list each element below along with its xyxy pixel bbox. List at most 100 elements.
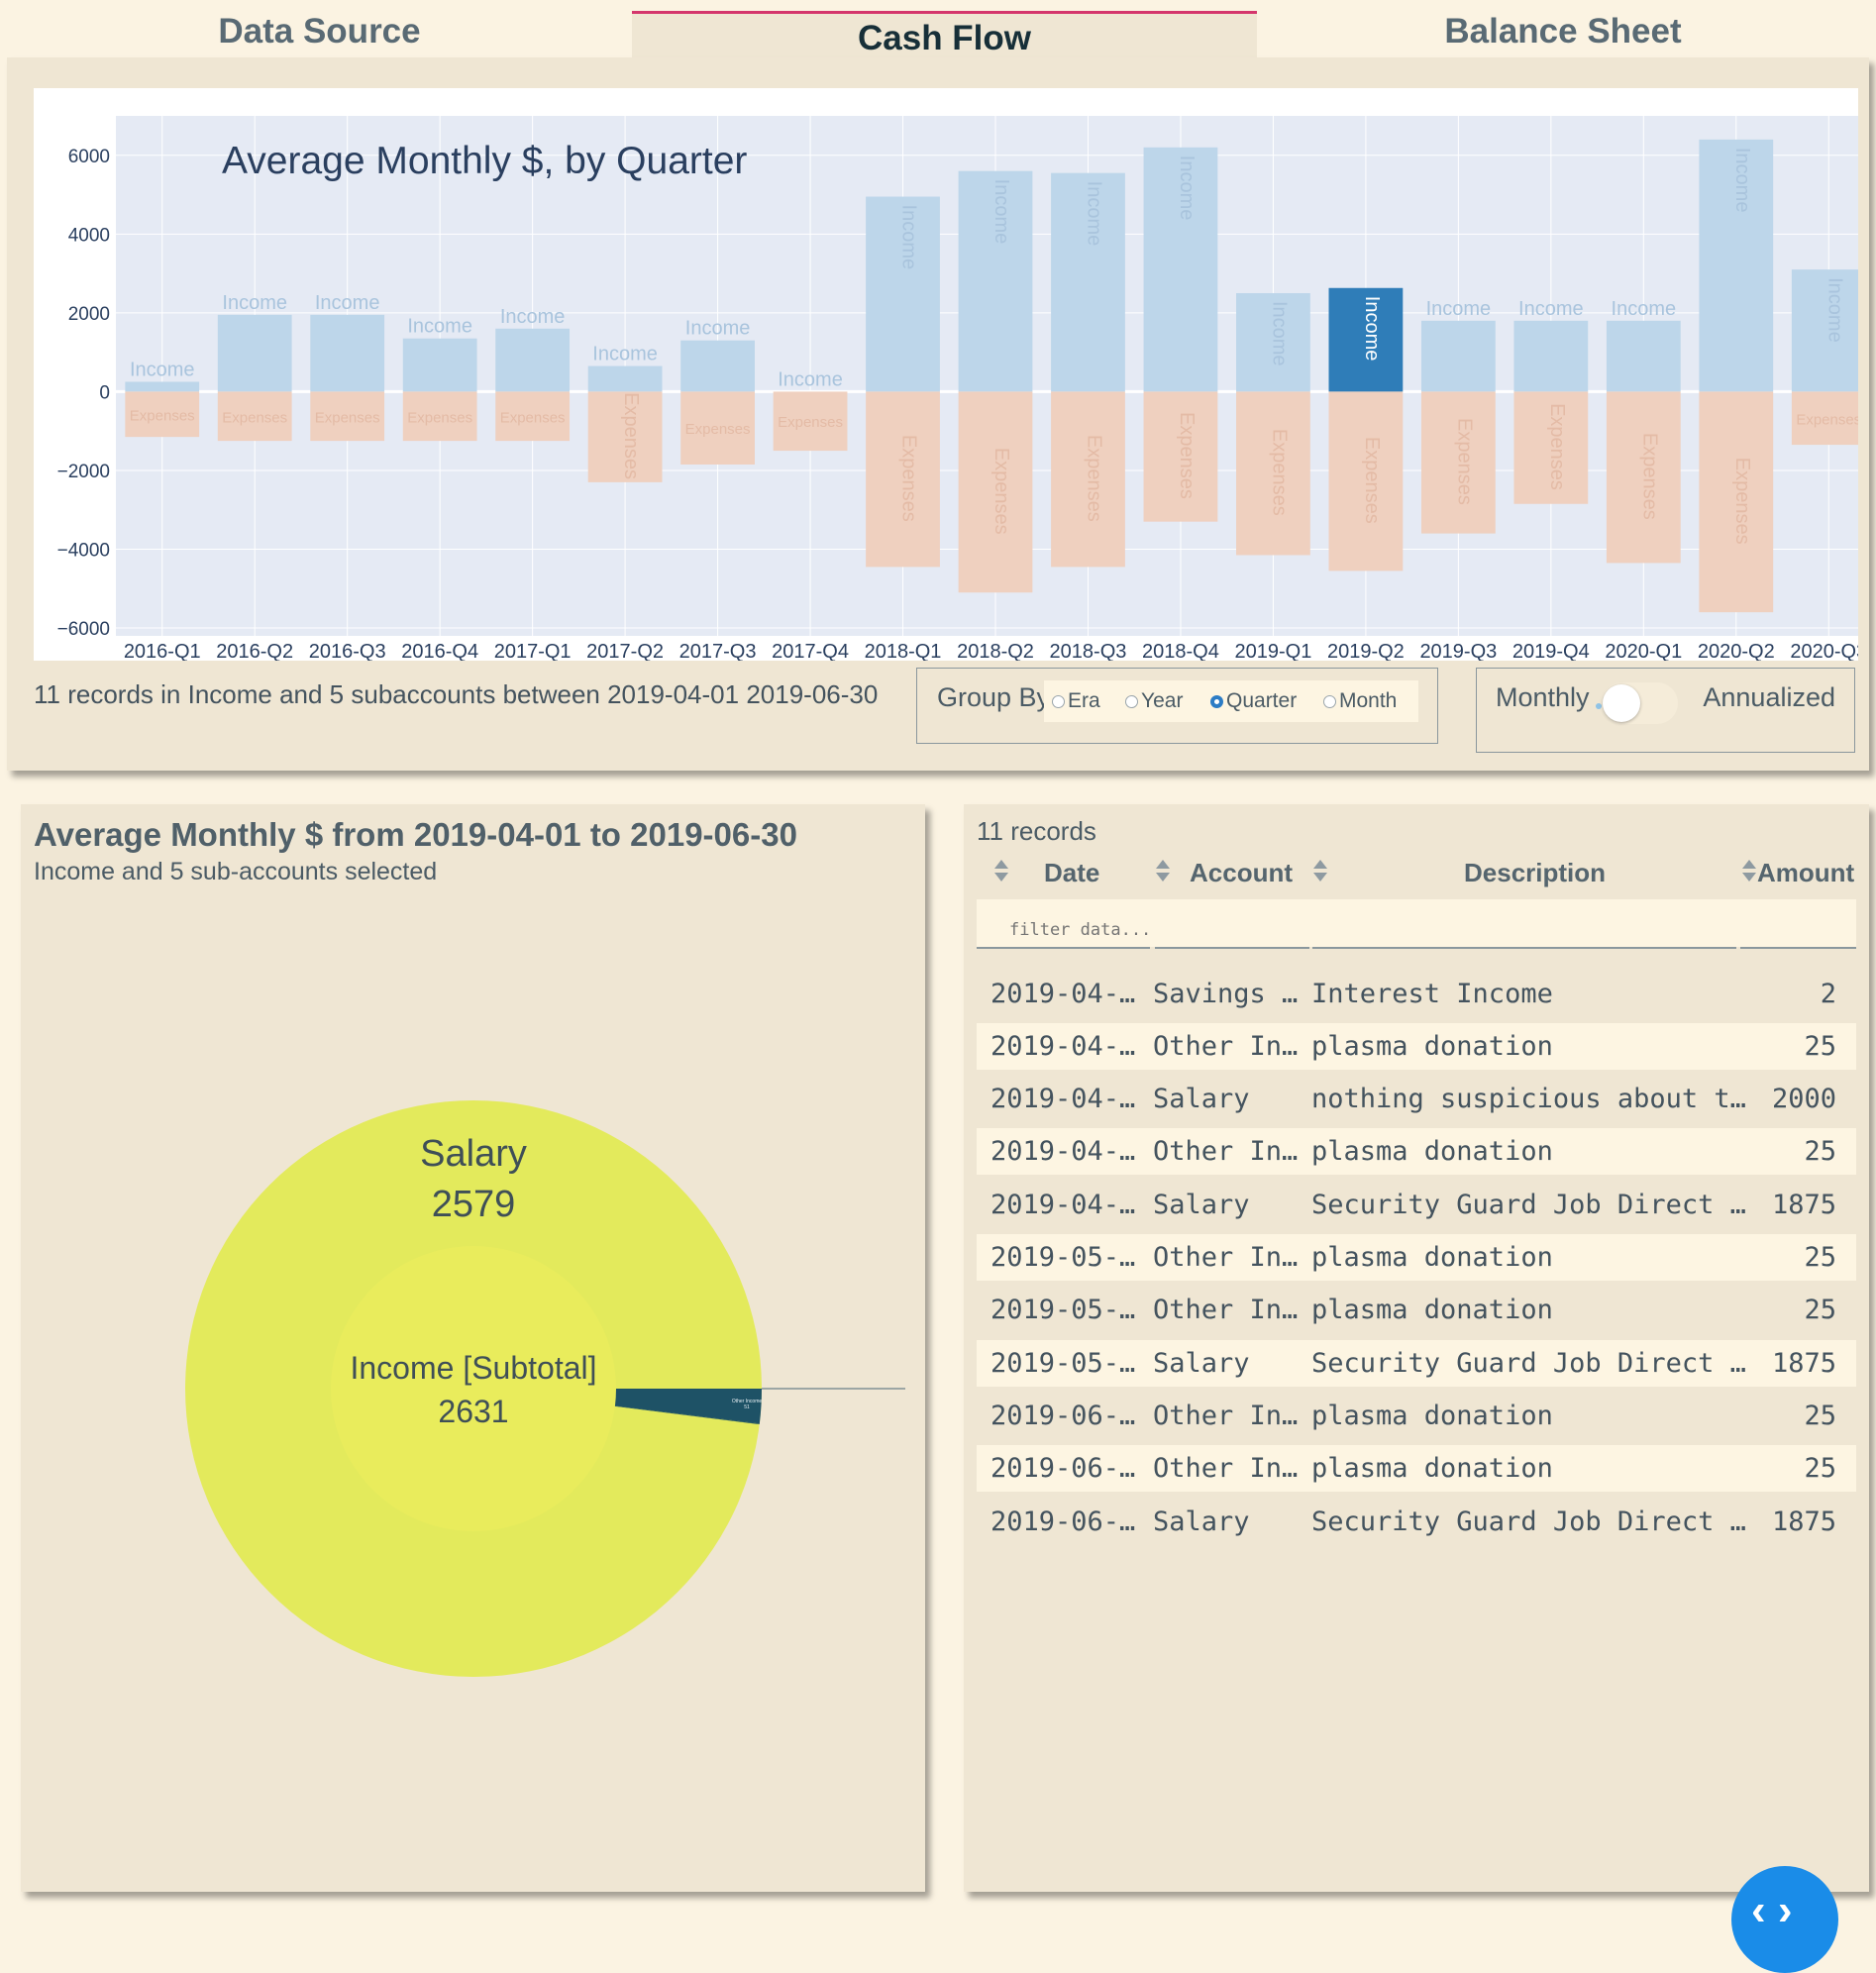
sort-account-icon[interactable] [1155,858,1171,883]
bar-label-income: Income [1612,298,1677,320]
x-tick-label: 2018-Q2 [957,641,1034,661]
bar-income[interactable] [310,314,385,392]
bar-label-income: Income [1268,301,1290,366]
period-toggle-control: Monthly Annualized [1476,668,1855,753]
sort-amount-icon[interactable] [1741,858,1757,883]
bar-income[interactable] [1513,320,1589,392]
cell-account: Other In… [1153,1401,1299,1431]
sunburst-value-salary: 2579 [432,1184,516,1225]
sunburst-center-income[interactable] [331,1246,616,1531]
bar-label-expenses: Expenses [222,409,287,426]
bar-income[interactable] [587,365,663,392]
sort-description-icon[interactable] [1312,858,1328,883]
group-by-control: Group By Era Year Quarter Month [916,668,1438,744]
tab-cash-flow[interactable]: Cash Flow [632,11,1257,57]
bar-income[interactable] [680,340,755,392]
bar-label-expenses: Expenses [1361,437,1383,524]
cell-description: plasma donation [1311,1031,1553,1062]
cell-amount: 2 [1820,979,1836,1009]
code-toggle-button[interactable]: ‹ › [1731,1866,1838,1973]
bar-income[interactable] [402,338,477,392]
table-row[interactable]: 2019-06-… Salary Security Guard Job Direct… [977,1499,1856,1545]
cell-date: 2019-04-… [990,1136,1136,1167]
cell-description: plasma donation [1311,1295,1553,1325]
cell-account: Salary [1153,1348,1250,1379]
sunburst-panel: Average Monthly $ from 2019-04-01 to 201… [21,804,925,1892]
cell-account: Other In… [1153,1453,1299,1484]
radio-era[interactable]: Era [1052,689,1100,713]
y-tick-label: 2000 [68,304,110,325]
switch-knob [1603,684,1640,722]
bar-income[interactable] [1606,320,1681,392]
y-tick-label: 0 [99,382,110,403]
bar-label-expenses: Expenses [898,435,920,522]
x-tick-label: 2016-Q4 [401,641,478,661]
sort-date-icon[interactable] [993,858,1009,883]
table-row[interactable]: 2019-06-… Other In… plasma donation 25 [977,1445,1856,1492]
bar-label-expenses: Expenses [1731,458,1753,545]
radio-month[interactable]: Month [1323,689,1397,713]
x-tick-label: 2020-Q3 [1790,641,1858,661]
x-tick-label: 2018-Q1 [865,641,942,661]
bar-label-expenses: Expenses [1268,429,1290,516]
cell-date: 2019-04-… [990,1084,1136,1114]
cell-description: plasma donation [1311,1136,1553,1167]
table-row[interactable]: 2019-04-… Salary Security Guard Job Direct… [977,1182,1856,1228]
x-tick-label: 2019-Q4 [1512,641,1590,661]
bar-label-income: Income [1518,298,1584,320]
column-header-description[interactable]: Description [1464,858,1606,888]
cash-flow-chart-panel: Income Expenses 2016-Q1 Income Expenses 2016-… [7,57,1869,771]
bar-label-income: Income [407,316,472,338]
table-row[interactable]: 2019-05-… Other In… plasma donation 25 [977,1287,1856,1333]
cell-account: Other In… [1153,1295,1299,1325]
tab-data-source[interactable]: Data Source [7,0,632,57]
x-tick-label: 2016-Q3 [309,641,386,661]
tab-balance-sheet[interactable]: Balance Sheet [1257,0,1869,57]
bar-label-income: Income [685,318,751,340]
table-row[interactable]: 2019-04-… Other In… plasma donation 25 [977,1128,1856,1175]
filter-input[interactable] [977,899,1856,947]
x-tick-label: 2017-Q1 [494,641,572,661]
table-row[interactable]: 2019-05-… Other In… plasma donation 25 [977,1234,1856,1281]
radio-quarter[interactable]: Quarter [1210,689,1297,713]
bar-label-income: Income [1824,277,1845,343]
cell-date: 2019-06-… [990,1401,1136,1431]
sunburst-label-center: Income [Subtotal] [350,1350,596,1386]
column-header-account[interactable]: Account [1190,858,1293,888]
bar-income[interactable] [495,328,571,392]
bar-chart: Income Expenses 2016-Q1 Income Expenses 2016-… [57,116,1858,661]
table-row[interactable]: 2019-06-… Other In… plasma donation 25 [977,1393,1856,1439]
cell-description: Interest Income [1311,979,1553,1009]
cell-description: plasma donation [1311,1401,1553,1431]
bar-label-expenses: Expenses [1453,418,1475,505]
cell-amount: 25 [1804,1136,1836,1167]
bar-label-expenses: Expenses [1176,412,1198,499]
bar-label-income: Income [315,292,380,314]
bar-label-income: Income [778,368,843,390]
y-tick-label: 6000 [68,147,110,167]
column-header-amount[interactable]: Amount [1757,858,1854,888]
table-row[interactable]: 2019-04-… Other In… plasma donation 25 [977,1023,1856,1070]
bar-income[interactable] [125,381,200,392]
cell-description: Security Guard Job Direct … [1311,1348,1746,1379]
sunburst-value-center: 2631 [438,1394,508,1429]
table-row[interactable]: 2019-05-… Salary Security Guard Job Direct… [977,1340,1856,1387]
y-tick-label: −4000 [57,541,110,562]
monthly-annualized-switch[interactable] [1596,682,1678,724]
bar-income[interactable] [1420,320,1496,392]
cell-date: 2019-05-… [990,1295,1136,1325]
x-tick-label: 2016-Q2 [216,641,293,661]
table-row[interactable]: 2019-04-… Salary nothing suspicious about … [977,1076,1856,1122]
column-header-date[interactable]: Date [1044,858,1099,888]
bar-income[interactable] [217,314,292,392]
cell-amount: 1875 [1771,1190,1836,1220]
cell-date: 2019-04-… [990,1031,1136,1062]
bar-chart-container: Income Expenses 2016-Q1 Income Expenses 2016-… [34,88,1858,661]
radio-year[interactable]: Year [1125,689,1183,713]
x-tick-label: 2018-Q4 [1142,641,1219,661]
table-row[interactable]: 2019-04-… Savings … Interest Income 2 [977,971,1856,1017]
radio-dot-icon [1125,695,1138,708]
bar-label-income: Income [130,359,195,380]
cell-description: Security Guard Job Direct … [1311,1506,1746,1537]
cell-amount: 25 [1804,1401,1836,1431]
